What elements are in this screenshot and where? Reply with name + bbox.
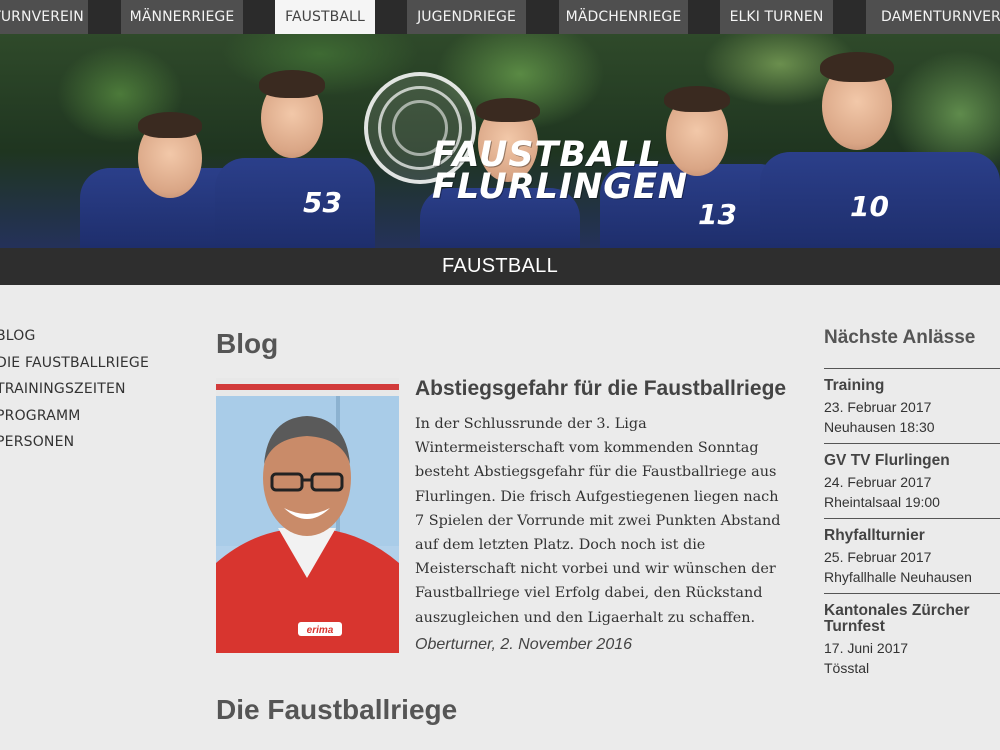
- nav-tab-elki-turnen[interactable]: ELKI TURNEN: [720, 0, 833, 34]
- event-item[interactable]: Kantonales Zürcher Turnfest 17. Juni 201…: [824, 593, 1000, 678]
- nav-tab-faustball[interactable]: FAUSTBALL: [275, 0, 375, 34]
- hero-banner: 53 13 10 FAUSTBALL FLURLINGEN: [0, 34, 1000, 248]
- event-date: 25. Februar 2017: [824, 549, 932, 565]
- hero-player: 10: [760, 48, 1000, 248]
- section-title: FAUSTBALL: [441, 255, 559, 277]
- jersey-number: 53: [303, 186, 342, 219]
- event-date: 17. Juni 2017: [824, 640, 909, 656]
- nav-tab-turnverein[interactable]: TURNVEREIN: [0, 0, 88, 34]
- sidenav-item-trainingszeiten[interactable]: TRAININGSZEITEN: [0, 380, 170, 407]
- nav-tab-maennerriege[interactable]: MÄNNERRIEGE: [121, 0, 243, 34]
- section-title-bar: FAUSTBALL: [0, 248, 1000, 285]
- event-place: Rhyfallhalle Neuhausen: [824, 569, 972, 585]
- post-title[interactable]: Abstiegsgefahr für die Faustballriege: [415, 377, 795, 401]
- post-meta: Oberturner, 2. November 2016: [415, 636, 633, 653]
- sidenav-item-faustballriege[interactable]: DIE FAUSTBALLRIEGE: [0, 354, 170, 381]
- post-image: erima: [216, 378, 399, 653]
- sidenav-item-programm[interactable]: PROGRAMM: [0, 407, 170, 434]
- event-place: Tösstal: [824, 660, 870, 676]
- event-name: Kantonales Zürcher Turnfest: [824, 602, 970, 635]
- event-item[interactable]: Rhyfallturnier 25. Februar 2017 Rhyfallh…: [824, 518, 1000, 587]
- event-name: Rhyfallturnier: [824, 527, 925, 544]
- post-body: In der Schlussrunde der 3. Liga Winterme…: [415, 416, 781, 626]
- jersey-number: 13: [698, 198, 737, 231]
- event-date: 23. Februar 2017: [824, 399, 932, 415]
- sidenav-item-personen[interactable]: PERSONEN: [0, 433, 170, 460]
- top-navigation: TURNVEREIN MÄNNERRIEGE FAUSTBALL JUGENDR…: [0, 0, 1000, 34]
- event-date: 24. Februar 2017: [824, 474, 932, 490]
- logo-text-line2: FLURLINGEN: [432, 167, 689, 207]
- sidenav-item-blog[interactable]: BLOG: [0, 327, 170, 354]
- page-title: Blog: [216, 328, 279, 359]
- nav-tab-jugendriege[interactable]: JUGENDRIEGE: [407, 0, 526, 34]
- side-navigation: BLOG DIE FAUSTBALLRIEGE TRAININGSZEITEN …: [0, 327, 170, 460]
- shirt-brand: erima: [307, 625, 334, 636]
- event-name: GV TV Flurlingen: [824, 452, 950, 469]
- event-item[interactable]: GV TV Flurlingen 24. Februar 2017 Rheint…: [824, 443, 1000, 512]
- event-place: Rheintalsaal 19:00: [824, 494, 940, 510]
- event-place: Neuhausen 18:30: [824, 419, 935, 435]
- nav-tab-damenturnverein[interactable]: DAMENTURNVEREIN: [866, 0, 1000, 34]
- event-name: Training: [824, 377, 885, 394]
- nav-tab-maedchenriege[interactable]: MÄDCHENRIEGE: [559, 0, 688, 34]
- events-title: Nächste Anlässe: [824, 327, 976, 348]
- faustball-flurlingen-logo: FAUSTBALL FLURLINGEN: [362, 72, 687, 232]
- portrait-photo: erima: [216, 378, 399, 653]
- event-item[interactable]: Training 23. Februar 2017 Neuhausen 18:3…: [824, 368, 1000, 437]
- section-heading-faustballriege: Die Faustballriege: [216, 694, 458, 725]
- jersey-number: 10: [850, 190, 889, 223]
- hero-player: 53: [215, 54, 375, 248]
